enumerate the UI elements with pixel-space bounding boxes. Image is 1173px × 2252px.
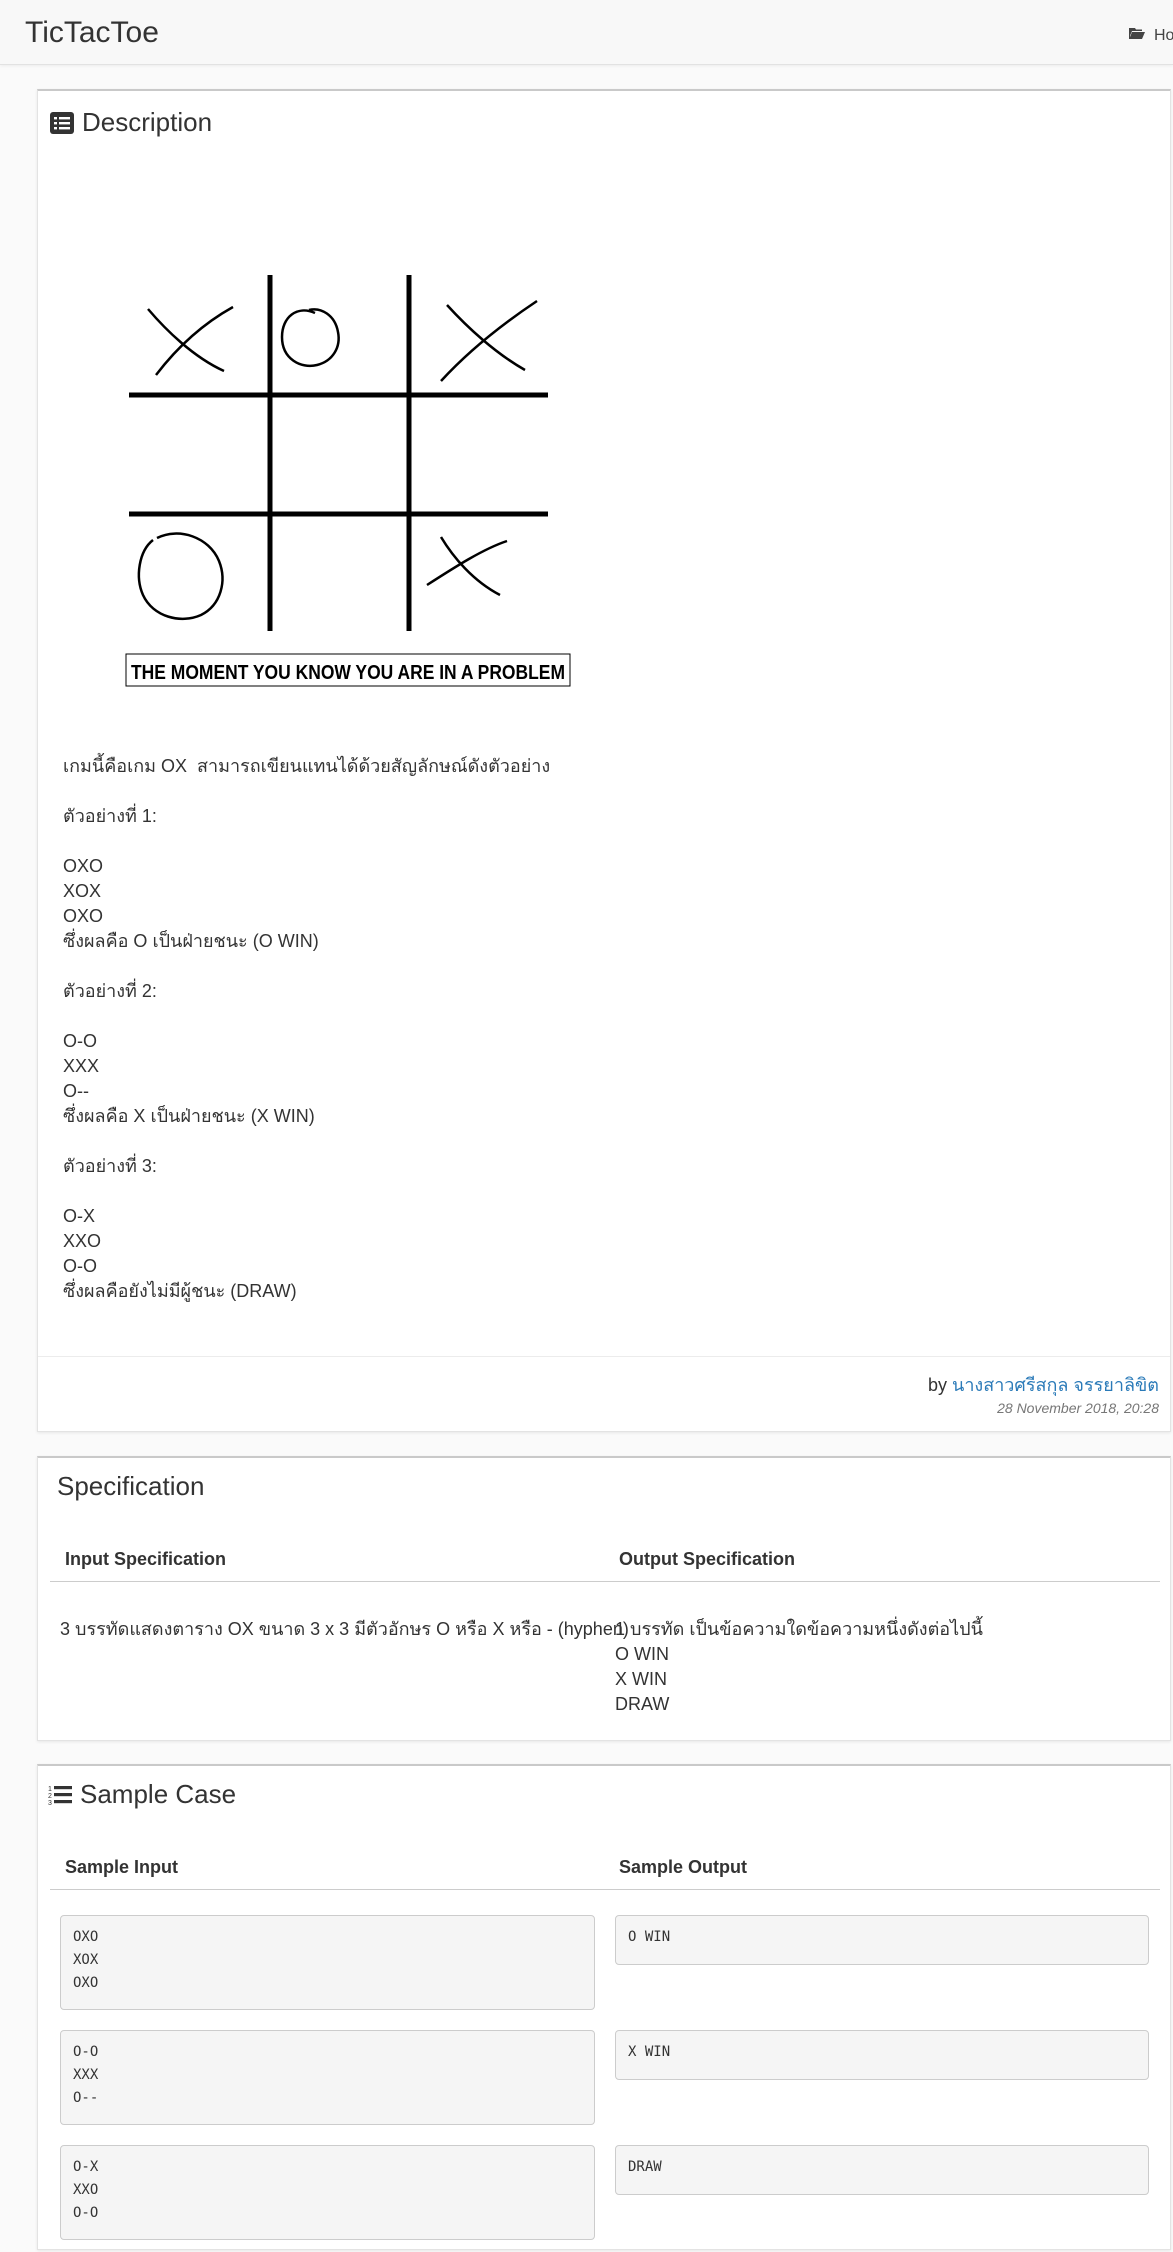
nav-home-link[interactable]: Ho xyxy=(1129,27,1173,45)
list-alt-icon xyxy=(50,110,74,141)
by-prefix: by xyxy=(927,1375,947,1395)
sample-input-line: OXO xyxy=(73,1929,99,1945)
sample-output-block[interactable]: X WIN xyxy=(615,2030,1149,2080)
sample-input-block[interactable]: O-X XXO O-O xyxy=(60,2145,595,2240)
spec-header-divider xyxy=(50,1581,1160,1582)
description-line: O-X xyxy=(63,1206,96,1226)
description-line: เกมนี้คือเกม OX สามารถเขียนแทนได้ด้วยสัญ… xyxy=(63,756,551,776)
output-spec-line: O WIN xyxy=(615,1644,669,1664)
description-line: XXX xyxy=(63,1056,100,1076)
description-line xyxy=(63,954,550,979)
sample-input-line: XXX xyxy=(73,2067,99,2083)
sample-header-divider xyxy=(50,1889,1160,1890)
description-line: XOX xyxy=(63,881,102,901)
sample-input-line: O-X xyxy=(73,2159,99,2175)
navbar: TicTacToe Ho xyxy=(0,0,1173,65)
sample-input-line: O-- xyxy=(73,2090,99,2106)
description-line: O-O xyxy=(63,1256,97,1276)
description-line xyxy=(63,779,550,804)
description-line: ตัวอย่างที่ 2: xyxy=(63,981,157,1001)
description-line xyxy=(63,1004,550,1029)
description-line: XXO xyxy=(63,1231,102,1251)
description-title: Description xyxy=(82,107,213,137)
sample-input-line: OXO xyxy=(73,1975,99,1991)
author-byline: by นางสาวศรีสกุล จรรยาลิขิต xyxy=(928,1370,1159,1399)
output-spec-header: Output Specification xyxy=(619,1549,796,1569)
sample-case-panel: 1 2 3 Sample Case Sample Input Sample Ou… xyxy=(37,1764,1171,2250)
output-spec-text: 1 บรรทัด เป็นข้อความใดข้อความหนึ่งดังต่อ… xyxy=(615,1617,983,1717)
sample-output-header: Sample Output xyxy=(619,1857,748,1877)
tictactoe-meme-image: THE MOMENT YOU KNOW YOU ARE IN A PROBLEM xyxy=(75,189,575,689)
sample-case-heading: 1 2 3 Sample Case xyxy=(48,1779,236,1813)
output-spec-line: X WIN xyxy=(615,1669,667,1689)
description-line: OXO xyxy=(63,906,104,926)
description-line: O-- xyxy=(63,1081,89,1101)
description-line: OXO xyxy=(63,856,104,876)
list-ol-icon: 1 2 3 xyxy=(48,1782,72,1813)
brand-title[interactable]: TicTacToe xyxy=(25,16,159,50)
description-line: ซึ่งผลคือ O เป็นฝ่ายชนะ (O WIN) xyxy=(63,931,319,951)
sample-output-block[interactable]: DRAW xyxy=(615,2145,1149,2195)
sample-input-header: Sample Input xyxy=(65,1857,179,1877)
sample-input-block[interactable]: O-O XXX O-- xyxy=(60,2030,595,2125)
sample-output-line: X WIN xyxy=(628,2044,671,2060)
sample-input-block[interactable]: OXO XOX OXO xyxy=(60,1915,595,2010)
description-line: ซึ่งผลคือ X เป็นฝ่ายชนะ (X WIN) xyxy=(63,1106,315,1126)
description-line: ตัวอย่างที่ 3: xyxy=(63,1156,157,1176)
description-heading: Description xyxy=(50,107,212,141)
sample-input-line: O-O xyxy=(73,2044,99,2060)
sample-output-line: DRAW xyxy=(628,2159,662,2175)
sample-input-line: XOX xyxy=(73,1952,99,1968)
folder-open-icon xyxy=(1129,27,1145,45)
specification-panel: Specification Input Specification Output… xyxy=(37,1456,1171,1741)
input-spec-header: Input Specification xyxy=(65,1549,227,1569)
sample-input-line: XXO xyxy=(73,2182,99,2198)
input-spec-text: 3 บรรทัดแสดงตาราง OX ขนาด 3 x 3 มีตัวอัก… xyxy=(60,1619,629,1639)
sample-case-title: Sample Case xyxy=(80,1779,237,1809)
description-footer-divider xyxy=(38,1356,1170,1357)
description-line xyxy=(63,1179,550,1204)
sample-output-line: O WIN xyxy=(628,1929,671,1945)
description-line xyxy=(63,829,550,854)
author-link[interactable]: นางสาวศรีสกุล จรรยาลิขิต xyxy=(952,1375,1159,1395)
output-spec-line: DRAW xyxy=(615,1694,670,1714)
post-date: 28 November 2018, 20:28 xyxy=(997,1400,1159,1416)
sample-input-line: O-O xyxy=(73,2205,99,2221)
description-text: เกมนี้คือเกม OX สามารถเขียนแทนได้ด้วยสัญ… xyxy=(63,754,550,1304)
description-line xyxy=(63,1129,550,1154)
svg-text:1: 1 xyxy=(48,1786,52,1793)
description-panel: Description THE MOMENT YOU KNOW YOU ARE … xyxy=(37,89,1171,1432)
description-line: ซึ่งผลคือยังไม่มีผู้ชนะ (DRAW) xyxy=(63,1281,297,1301)
description-line: ตัวอย่างที่ 1: xyxy=(63,806,157,826)
svg-text:2: 2 xyxy=(48,1793,52,1800)
specification-title: Specification xyxy=(57,1471,205,1501)
nav-home-label: Ho xyxy=(1154,27,1173,45)
description-line: O-O xyxy=(63,1031,97,1051)
output-spec-line: 1 บรรทัด เป็นข้อความใดข้อความหนึ่งดังต่อ… xyxy=(615,1619,983,1639)
svg-text:3: 3 xyxy=(48,1800,52,1806)
image-caption: THE MOMENT YOU KNOW YOU ARE IN A PROBLEM xyxy=(131,662,565,684)
sample-output-block[interactable]: O WIN xyxy=(615,1915,1149,1965)
